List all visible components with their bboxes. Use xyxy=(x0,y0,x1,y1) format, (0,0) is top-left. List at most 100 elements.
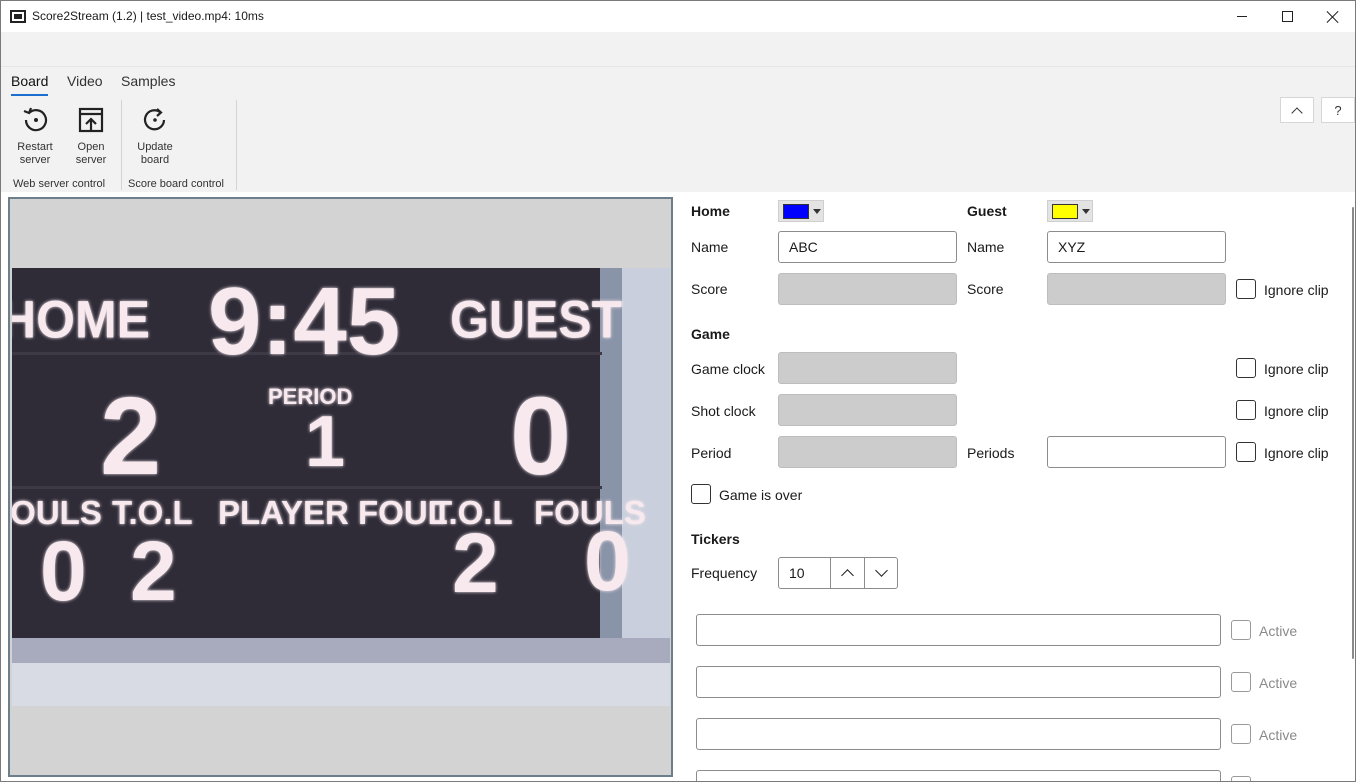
chevron-up-icon xyxy=(1291,106,1303,119)
app-window: Score2Stream (1.2) | test_video.mp4: 10m… xyxy=(0,0,1356,782)
ticker-active-label-3: Active xyxy=(1259,727,1298,743)
home-color-swatch xyxy=(783,204,809,219)
restart-server-button[interactable]: Restart server xyxy=(10,105,60,167)
collapse-ribbon-button[interactable] xyxy=(1280,97,1314,123)
scoreboard-home-fouls: 0 xyxy=(40,524,87,618)
help-button[interactable]: ? xyxy=(1321,97,1355,123)
open-line2: server xyxy=(75,154,107,166)
ticker-input-2[interactable] xyxy=(696,666,1221,698)
active-tab-indicator xyxy=(11,94,48,96)
score-ignore-clip-label: Ignore clip xyxy=(1264,282,1329,298)
ticker-active-label-2: Active xyxy=(1259,675,1298,691)
scoreboard-guest-score: 0 xyxy=(510,375,571,498)
video-frame[interactable]: HOME GUEST 9:45 2 PERIOD 1 0 FOULS T.O.L… xyxy=(12,268,670,706)
scoreboard-home-score: 2 xyxy=(100,375,161,498)
video-panel[interactable]: HOME GUEST 9:45 2 PERIOD 1 0 FOULS T.O.L… xyxy=(8,197,673,777)
ticker-input-3[interactable] xyxy=(696,718,1221,750)
chevron-down-icon xyxy=(875,564,888,577)
tab-samples[interactable]: Samples xyxy=(121,73,175,89)
frequency-value: 10 xyxy=(789,565,805,581)
ribbon-quick-access xyxy=(1,32,1355,66)
frequency-decrement-button[interactable] xyxy=(864,558,898,588)
period-ignore-clip-checkbox[interactable] xyxy=(1236,442,1256,462)
period-ignore-clip-label: Ignore clip xyxy=(1264,445,1329,461)
scoreboard-home-label: HOME xyxy=(12,290,150,348)
shot-clock-ignore-clip-checkbox[interactable] xyxy=(1236,400,1256,420)
tab-board[interactable]: Board xyxy=(11,73,49,96)
ticker-input-4[interactable] xyxy=(696,770,1221,781)
game-over-label: Game is over xyxy=(719,487,803,503)
period-input[interactable] xyxy=(778,436,957,468)
restart-line2: server xyxy=(19,154,51,166)
dropdown-arrow-icon xyxy=(1082,209,1090,214)
chevron-up-icon xyxy=(841,569,854,582)
group-label-score-board: Score board control xyxy=(128,178,224,190)
frequency-label: Frequency xyxy=(691,565,758,581)
scoreboard-guest-tol: 2 xyxy=(452,516,499,610)
update-line2: board xyxy=(140,154,170,166)
home-name-label: Name xyxy=(691,239,729,255)
game-clock-ignore-clip-checkbox[interactable] xyxy=(1236,358,1256,378)
scoreboard-clock: 9:45 xyxy=(208,268,400,375)
group-label-web-server: Web server control xyxy=(13,178,106,190)
close-icon xyxy=(1326,10,1340,24)
update-board-button[interactable]: Update board xyxy=(130,105,180,167)
shot-clock-input[interactable] xyxy=(778,394,957,426)
ticker-active-checkbox-4[interactable] xyxy=(1231,776,1251,781)
shot-clock-label: Shot clock xyxy=(691,403,756,419)
guest-name-input[interactable]: XYZ xyxy=(1047,231,1226,263)
guest-heading: Guest xyxy=(967,203,1007,219)
scoreboard-home-tol: 2 xyxy=(130,524,177,618)
home-color-picker[interactable] xyxy=(778,200,824,222)
game-clock-input[interactable] xyxy=(778,352,957,384)
tickers-heading: Tickers xyxy=(691,531,740,547)
home-score-label: Score xyxy=(691,281,728,297)
period-label: Period xyxy=(691,445,732,461)
scoreboard-guest-label: GUEST xyxy=(450,290,622,348)
minimize-icon xyxy=(1237,16,1247,17)
game-over-checkbox[interactable] xyxy=(691,484,711,504)
ticker-active-checkbox-2[interactable] xyxy=(1231,672,1251,692)
open-line1: Open xyxy=(77,141,105,153)
home-name-input[interactable]: ABC xyxy=(778,231,957,263)
guest-name-label: Name xyxy=(967,239,1005,255)
game-clock-ignore-clip-label: Ignore clip xyxy=(1264,361,1329,377)
frequency-increment-button[interactable] xyxy=(830,558,864,588)
title-bar: Score2Stream (1.2) | test_video.mp4: 10m… xyxy=(1,1,1355,32)
guest-color-picker[interactable] xyxy=(1047,200,1093,222)
open-server-button[interactable]: Open server xyxy=(66,105,116,167)
score-ignore-clip-checkbox[interactable] xyxy=(1236,279,1256,299)
tab-board-label: Board xyxy=(11,73,49,89)
frequency-stepper[interactable]: 10 xyxy=(778,557,898,589)
restart-line1: Restart xyxy=(17,141,53,153)
scoreboard-video-image: HOME GUEST 9:45 2 PERIOD 1 0 FOULS T.O.L… xyxy=(12,268,670,706)
vertical-scrollbar[interactable] xyxy=(1352,207,1354,659)
refresh-icon xyxy=(143,108,166,131)
ticker-active-checkbox-3[interactable] xyxy=(1231,724,1251,744)
window-title: Score2Stream (1.2) | test_video.mp4: 10m… xyxy=(32,9,264,23)
ribbon-group-separator xyxy=(236,100,237,190)
maximize-button[interactable] xyxy=(1264,1,1310,32)
tab-video[interactable]: Video xyxy=(67,73,103,89)
scoreboard-period: 1 xyxy=(305,402,345,482)
ribbon-group-separator xyxy=(121,100,122,190)
ribbon: Board Video Samples ? Restart server Ope… xyxy=(1,66,1355,192)
game-clock-label: Game clock xyxy=(691,361,765,377)
shot-clock-ignore-clip-label: Ignore clip xyxy=(1264,403,1329,419)
periods-label: Periods xyxy=(967,445,1015,461)
scoreboard-icon xyxy=(10,10,26,23)
ticker-active-label-1: Active xyxy=(1259,623,1298,639)
scoreboard-guest-fouls: 0 xyxy=(584,514,631,608)
minimize-button[interactable] xyxy=(1219,1,1265,32)
maximize-icon xyxy=(1281,11,1293,22)
close-button[interactable] xyxy=(1310,1,1355,32)
restart-icon xyxy=(23,107,48,132)
home-heading: Home xyxy=(691,203,730,219)
update-line1: Update xyxy=(137,141,173,153)
home-score-input[interactable] xyxy=(778,273,957,305)
ticker-active-checkbox-1[interactable] xyxy=(1231,620,1251,640)
periods-input[interactable] xyxy=(1047,436,1226,468)
guest-color-swatch xyxy=(1052,204,1078,219)
guest-score-input[interactable] xyxy=(1047,273,1226,305)
ticker-input-1[interactable] xyxy=(696,614,1221,646)
